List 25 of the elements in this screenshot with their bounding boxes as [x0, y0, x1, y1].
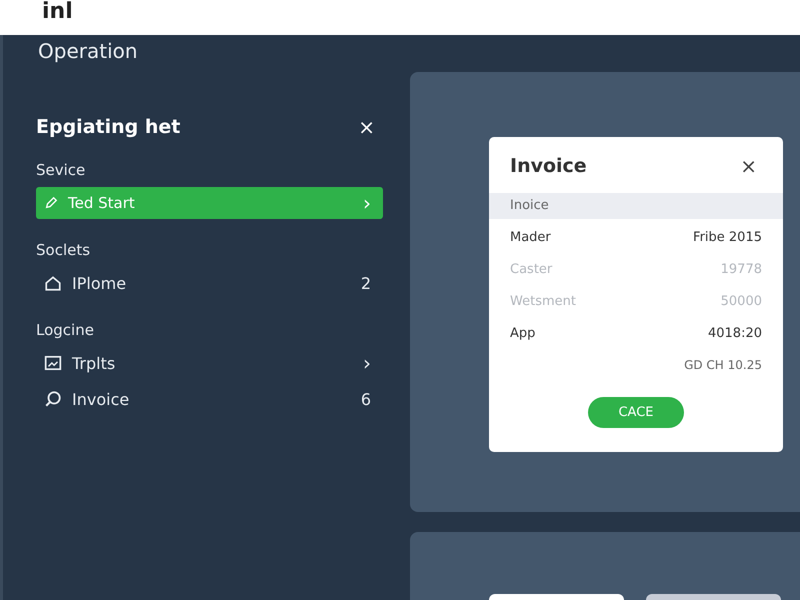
close-button[interactable]: ×: [732, 154, 765, 178]
pencil-icon: [44, 196, 58, 210]
row-value: 50000: [720, 294, 762, 308]
logo-text: inl: [42, 0, 73, 24]
row-label: Caster: [510, 262, 552, 276]
section-label: Sevice: [36, 161, 86, 179]
table-header: Inoice: [489, 193, 783, 219]
row-label: App: [510, 326, 536, 340]
sidebar-item[interactable]: Invoice 6: [36, 383, 383, 415]
row-value: 4018:20: [708, 326, 762, 340]
row-label: Mader: [510, 230, 551, 244]
section-label: Logcine: [36, 321, 95, 339]
row-value: Fribe 2015: [693, 230, 762, 244]
close-button[interactable]: ×: [350, 115, 383, 139]
sidebar-title: Operation: [38, 39, 139, 63]
home-icon: [44, 274, 62, 292]
row-value: GD CH 10.25: [684, 358, 762, 372]
sidebar-item[interactable]: Trplts ›: [36, 347, 383, 379]
row-label: Wetsment: [510, 294, 576, 308]
section-label: Soclets: [36, 241, 92, 259]
dialog-title: Invoice: [510, 155, 587, 177]
panel-heading: Epgiating het: [36, 116, 180, 138]
sidebar-item[interactable]: IPlome 2: [36, 267, 383, 299]
row-value: 19778: [720, 262, 762, 276]
image-icon: [44, 354, 62, 372]
